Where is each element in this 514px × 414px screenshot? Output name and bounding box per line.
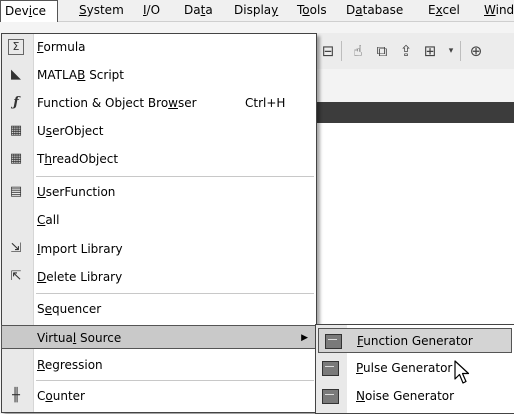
save-icon[interactable]: ⊟: [319, 43, 337, 59]
toolbar: ⊟ ☝ ⧉ ⇪ ⊞ ▾ ⊕: [317, 33, 514, 70]
menu-item-regression[interactable]: Regression: [2, 353, 316, 377]
document-title-bar: [317, 102, 514, 123]
noise-generator-icon: [322, 389, 339, 404]
menu-item-formula[interactable]: Σ Formula: [2, 35, 316, 59]
userfunction-icon: ▤: [9, 184, 23, 199]
shortcut-label: Ctrl+H: [245, 96, 286, 110]
menu-io[interactable]: I/O: [143, 0, 160, 21]
menu-item-delete-library[interactable]: ⇱ Delete Library: [2, 265, 316, 289]
menu-item-function-generator[interactable]: Function Generator: [318, 328, 512, 353]
menu-item-import-library[interactable]: ⇲ Import Library: [2, 237, 316, 261]
sigma-icon: Σ: [8, 39, 24, 55]
menu-bar: Device System I/O Data Display Tools Dat…: [0, 0, 514, 22]
menu-display[interactable]: Display: [234, 0, 278, 21]
toolbar-separator: [460, 41, 461, 61]
function-icon: ƒ: [13, 95, 19, 110]
device-menu: Σ Formula ◣ MATLAB Script ƒ Function & O…: [1, 33, 317, 413]
menu-separator: [36, 380, 314, 381]
menu-item-userobject[interactable]: ▦ UserObject: [2, 119, 316, 143]
menu-separator: [36, 176, 314, 177]
menu-item-matlab-script[interactable]: ◣ MATLAB Script: [2, 63, 316, 87]
align-icon[interactable]: ⊞: [421, 43, 439, 59]
menu-item-sequencer[interactable]: Sequencer: [2, 297, 316, 321]
menu-item-virtual-source[interactable]: Virtual Source ▶: [1, 325, 317, 349]
menu-item-function-object-browser[interactable]: ƒ Function & Object Browser Ctrl+H: [2, 91, 316, 115]
menu-item-call[interactable]: Call: [2, 208, 316, 232]
toolbar-separator: [341, 41, 342, 61]
toolbar-strip: [317, 69, 514, 102]
matlab-icon: ◣: [11, 67, 21, 82]
menu-system[interactable]: System: [79, 0, 124, 21]
menu-excel[interactable]: Excel: [428, 0, 460, 21]
menu-tools[interactable]: Tools: [297, 0, 327, 21]
menu-item-counter[interactable]: ╫ Counter: [2, 384, 316, 408]
menu-database[interactable]: Database: [346, 0, 403, 21]
zoom-icon[interactable]: ⊕: [467, 43, 485, 59]
menu-separator: [36, 293, 314, 294]
function-generator-icon: [325, 334, 342, 349]
copy-icon[interactable]: ⧉: [373, 43, 391, 59]
threadobject-icon: ▦: [9, 151, 23, 166]
paste-icon[interactable]: ⇪: [397, 43, 415, 59]
import-library-icon: ⇲: [10, 241, 22, 256]
userobject-icon: ▦: [9, 123, 23, 138]
menu-device[interactable]: Device: [0, 0, 58, 22]
menu-window[interactable]: Wind: [484, 0, 514, 21]
delete-library-icon: ⇱: [10, 269, 22, 284]
menu-item-pulse-generator[interactable]: Pulse Generator: [316, 356, 514, 381]
submenu-arrow-icon: ▶: [301, 333, 308, 343]
menu-data[interactable]: Data: [184, 0, 213, 21]
pulse-generator-icon: [322, 361, 339, 376]
toolbar-overflow-icon[interactable]: ▾: [442, 43, 460, 59]
hand-icon[interactable]: ☝: [349, 43, 367, 59]
menu-item-userfunction[interactable]: ▤ UserFunction: [2, 180, 316, 204]
counter-icon: ╫: [12, 388, 20, 403]
menu-item-noise-generator[interactable]: Noise Generator: [316, 384, 514, 409]
menu-item-threadobject[interactable]: ▦ ThreadObject: [2, 147, 316, 171]
mouse-cursor-icon: [454, 360, 470, 384]
virtual-source-submenu: Function Generator Pulse Generator Noise…: [315, 324, 514, 414]
